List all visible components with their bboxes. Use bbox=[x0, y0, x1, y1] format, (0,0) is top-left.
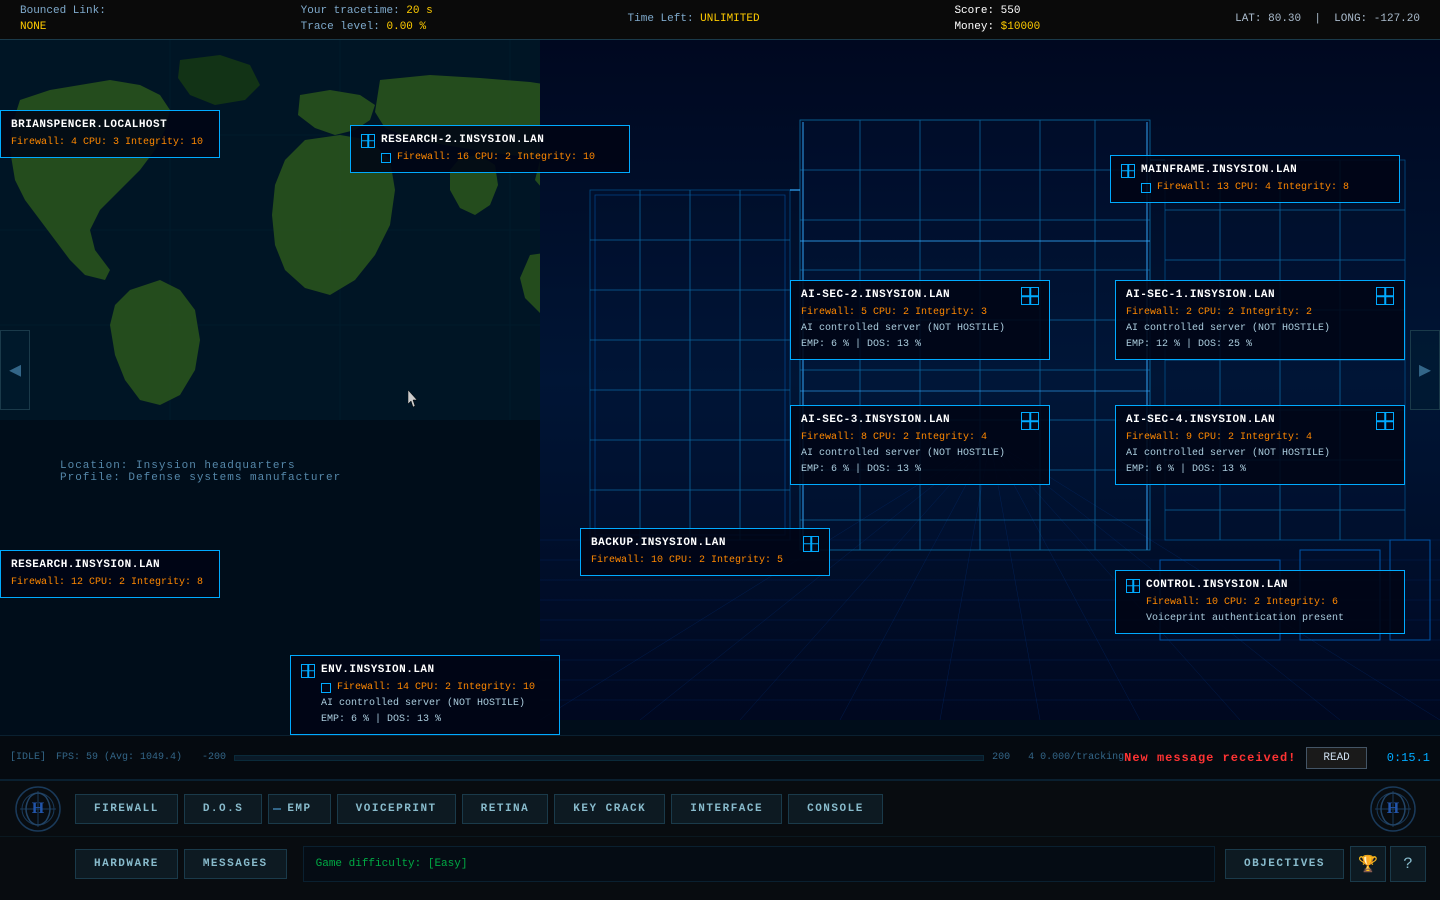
location-info: Location: Insysion headquarters Profile:… bbox=[60, 460, 341, 484]
node-aisec2-desc: AI controlled server (NOT HOSTILE) bbox=[801, 321, 1039, 337]
objectives-button[interactable]: OBJECTIVES bbox=[1225, 849, 1344, 879]
bottom-toolbar: H FIREWALL D.O.S EMP VOICEPRINT RETINA K… bbox=[0, 780, 1440, 900]
node-mainframe[interactable]: MAINFRAME.INSYSION.LAN Firewall: 13 CPU:… bbox=[1110, 155, 1400, 203]
node-aisec4-title: AI-SEC-4.INSYSION.LAN bbox=[1126, 412, 1275, 430]
bounced-link-value: NONE bbox=[20, 20, 106, 35]
voiceprint-button[interactable]: VOICEPRINT bbox=[337, 794, 456, 824]
lat-display: LAT: 80.30 | LONG: -127.20 bbox=[1235, 12, 1420, 27]
logo-left: H bbox=[10, 781, 65, 836]
bounced-link-group: Bounced Link: NONE bbox=[20, 4, 106, 35]
toolbar-row2: HARDWARE MESSAGES Game difficulty: [Easy… bbox=[0, 836, 1440, 891]
node-control-desc: Voiceprint authentication present bbox=[1146, 611, 1394, 627]
retina-button[interactable]: RETINA bbox=[462, 794, 549, 824]
timer-display: 0:15.1 bbox=[1387, 751, 1430, 765]
node-env[interactable]: ENV.INSYSION.LAN Firewall: 14 CPU: 2 Int… bbox=[290, 655, 560, 735]
latlong-group: LAT: 80.30 | LONG: -127.20 bbox=[1235, 12, 1420, 27]
node-aisec1-title: AI-SEC-1.INSYSION.LAN bbox=[1126, 287, 1275, 305]
top-hud: Bounced Link: NONE Your tracetime: 20 s … bbox=[0, 0, 1440, 40]
node-research2[interactable]: RESEARCH-2.INSYSION.LAN Firewall: 16 CPU… bbox=[350, 125, 630, 173]
node-research-title: RESEARCH.INSYSION.LAN bbox=[11, 557, 209, 575]
node-brianspencer[interactable]: BRIANSPENCER.LOCALHOST Firewall: 4 CPU: … bbox=[0, 110, 220, 158]
svg-text:H: H bbox=[1386, 800, 1399, 817]
node-research2-stats: Firewall: 16 CPU: 2 Integrity: 10 bbox=[397, 150, 595, 166]
node-aisec1-attacks: EMP: 12 % | DOS: 25 % bbox=[1126, 337, 1394, 353]
key-crack-button[interactable]: KEY CRACK bbox=[554, 794, 665, 824]
help-icon: ? bbox=[1403, 855, 1413, 873]
money-value: Money: $10000 bbox=[954, 20, 1040, 35]
node-aisec2-title: AI-SEC-2.INSYSION.LAN bbox=[801, 287, 950, 305]
logo-right: H bbox=[1365, 781, 1420, 836]
firewall-button[interactable]: FIREWALL bbox=[75, 794, 178, 824]
node-brianspencer-stats: Firewall: 4 CPU: 3 Integrity: 10 bbox=[11, 135, 209, 151]
node-aisec3-desc: AI controlled server (NOT HOSTILE) bbox=[801, 446, 1039, 462]
node-control-stats: Firewall: 10 CPU: 2 Integrity: 6 bbox=[1146, 595, 1394, 611]
range-min: -200 bbox=[202, 752, 226, 763]
tracking-label: 4 0.000/tracking bbox=[1028, 752, 1124, 763]
nav-arrow-left[interactable]: ◀ bbox=[0, 330, 30, 410]
tracetime-group: Your tracetime: 20 s Trace level: 0.00 % bbox=[301, 4, 433, 35]
tracetime-label: Your tracetime: 20 s bbox=[301, 4, 433, 19]
emp-button[interactable]: EMP bbox=[268, 794, 330, 824]
interface-button[interactable]: INTERFACE bbox=[671, 794, 782, 824]
node-aisec1-stats: Firewall: 2 CPU: 2 Integrity: 2 bbox=[1126, 305, 1394, 321]
node-aisec4-desc: AI controlled server (NOT HOSTILE) bbox=[1126, 446, 1394, 462]
node-control-title: CONTROL.INSYSION.LAN bbox=[1146, 577, 1288, 595]
node-env-stats: Firewall: 14 CPU: 2 Integrity: 10 bbox=[337, 680, 535, 696]
read-button[interactable]: READ bbox=[1306, 747, 1366, 769]
node-research2-title: RESEARCH-2.INSYSION.LAN bbox=[381, 132, 544, 150]
fps-display: FPS: 59 (Avg: 1049.4) bbox=[56, 752, 182, 763]
node-control[interactable]: CONTROL.INSYSION.LAN Firewall: 10 CPU: 2… bbox=[1115, 570, 1405, 634]
time-left-label: Time Left: UNLIMITED bbox=[628, 12, 760, 27]
toolbar-row1: H FIREWALL D.O.S EMP VOICEPRINT RETINA K… bbox=[0, 781, 1440, 836]
node-aisec3-attacks: EMP: 6 % | DOS: 13 % bbox=[801, 462, 1039, 478]
help-button[interactable]: ? bbox=[1390, 846, 1426, 882]
node-mainframe-stats: Firewall: 13 CPU: 4 Integrity: 8 bbox=[1157, 180, 1349, 196]
location-profile: Profile: Defense systems manufacturer bbox=[60, 472, 341, 484]
score-value: Score: 550 bbox=[954, 4, 1040, 19]
nav-arrow-right[interactable]: ▶ bbox=[1410, 330, 1440, 410]
dos-button[interactable]: D.O.S bbox=[184, 794, 263, 824]
node-research-stats: Firewall: 12 CPU: 2 Integrity: 8 bbox=[11, 575, 209, 591]
score-group: Score: 550 Money: $10000 bbox=[954, 4, 1040, 35]
progress-bar bbox=[234, 755, 984, 761]
node-aisec3-title: AI-SEC-3.INSYSION.LAN bbox=[801, 412, 950, 430]
status-bar: [IDLE] FPS: 59 (Avg: 1049.4) -200 200 4 … bbox=[0, 735, 1440, 780]
node-aisec3[interactable]: AI-SEC-3.INSYSION.LAN Firewall: 8 CPU: 2… bbox=[790, 405, 1050, 485]
idle-status: [IDLE] bbox=[10, 752, 46, 763]
game-difficulty-display: Game difficulty: [Easy] bbox=[303, 846, 1215, 882]
new-message-indicator: New message received! bbox=[1124, 751, 1296, 765]
node-mainframe-title: MAINFRAME.INSYSION.LAN bbox=[1141, 162, 1297, 180]
trace-level-label: Trace level: 0.00 % bbox=[301, 20, 433, 35]
range-max: 200 bbox=[992, 752, 1010, 763]
node-aisec1-desc: AI controlled server (NOT HOSTILE) bbox=[1126, 321, 1394, 337]
node-aisec4[interactable]: AI-SEC-4.INSYSION.LAN Firewall: 9 CPU: 2… bbox=[1115, 405, 1405, 485]
node-brianspencer-title: BRIANSPENCER.LOCALHOST bbox=[11, 117, 209, 135]
node-backup-stats: Firewall: 10 CPU: 2 Integrity: 5 bbox=[591, 553, 819, 569]
node-backup-title: BACKUP.INSYSION.LAN bbox=[591, 535, 726, 553]
game-area: Location: Insysion headquarters Profile:… bbox=[0, 40, 1440, 780]
svg-text:H: H bbox=[31, 800, 44, 817]
node-aisec3-stats: Firewall: 8 CPU: 2 Integrity: 4 bbox=[801, 430, 1039, 446]
node-aisec2-stats: Firewall: 5 CPU: 2 Integrity: 3 bbox=[801, 305, 1039, 321]
node-aisec2[interactable]: AI-SEC-2.INSYSION.LAN Firewall: 5 CPU: 2… bbox=[790, 280, 1050, 360]
messages-button[interactable]: MESSAGES bbox=[184, 849, 287, 879]
node-research[interactable]: RESEARCH.INSYSION.LAN Firewall: 12 CPU: … bbox=[0, 550, 220, 598]
location-name: Location: Insysion headquarters bbox=[60, 460, 341, 472]
node-aisec4-stats: Firewall: 9 CPU: 2 Integrity: 4 bbox=[1126, 430, 1394, 446]
time-group: Time Left: UNLIMITED bbox=[628, 12, 760, 27]
hardware-button[interactable]: HARDWARE bbox=[75, 849, 178, 879]
node-aisec4-attacks: EMP: 6 % | DOS: 13 % bbox=[1126, 462, 1394, 478]
trophy-button[interactable]: 🏆 bbox=[1350, 846, 1386, 882]
node-aisec1[interactable]: AI-SEC-1.INSYSION.LAN Firewall: 2 CPU: 2… bbox=[1115, 280, 1405, 360]
console-button[interactable]: CONSOLE bbox=[788, 794, 883, 824]
progress-area: -200 200 4 0.000/tracking bbox=[202, 752, 1124, 763]
node-backup[interactable]: BACKUP.INSYSION.LAN Firewall: 10 CPU: 2 … bbox=[580, 528, 830, 576]
trophy-icon: 🏆 bbox=[1358, 854, 1378, 874]
node-env-desc: AI controlled server (NOT HOSTILE) bbox=[301, 696, 549, 712]
bounced-link-label: Bounced Link: bbox=[20, 4, 106, 19]
node-env-attacks: EMP: 6 % | DOS: 13 % bbox=[301, 712, 549, 728]
node-aisec2-attacks: EMP: 6 % | DOS: 13 % bbox=[801, 337, 1039, 353]
node-env-title: ENV.INSYSION.LAN bbox=[321, 662, 435, 680]
